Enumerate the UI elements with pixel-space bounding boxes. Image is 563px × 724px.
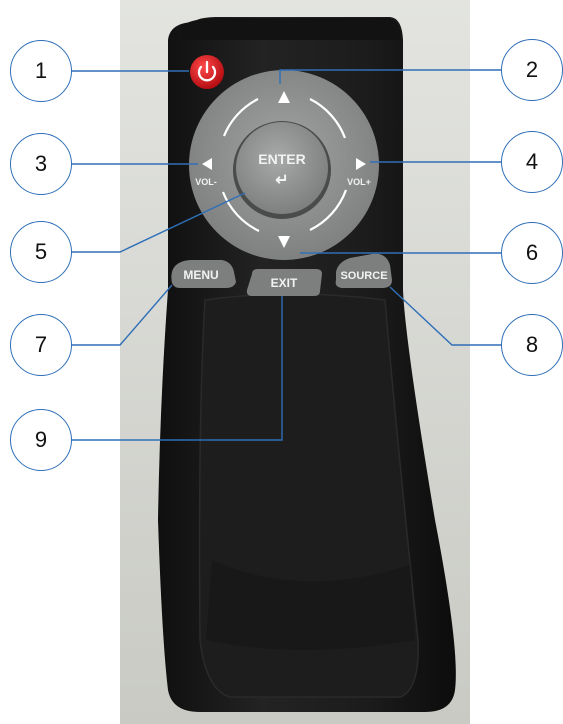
remote-diagram: VOL- VOL+ ENTER ↵ MENU EXIT SOURCE: [71, 17, 501, 712]
callout-4: 4: [501, 131, 563, 193]
callout-9: 9: [10, 409, 72, 471]
remote-top-cap: [182, 18, 401, 40]
enter-label: ENTER: [258, 151, 305, 167]
source-label: SOURCE: [340, 270, 387, 282]
callout-8: 8: [501, 314, 563, 376]
vol-plus-label: VOL+: [347, 177, 371, 187]
exit-label: EXIT: [271, 276, 298, 290]
power-button[interactable]: [190, 55, 224, 89]
callout-3: 3: [10, 133, 72, 195]
enter-glyph-icon: ↵: [275, 172, 288, 189]
menu-label: MENU: [183, 268, 218, 282]
menu-button[interactable]: MENU: [171, 260, 236, 288]
leader-line-7: [71, 284, 173, 346]
callout-2: 2: [501, 39, 563, 101]
callout-7: 7: [10, 314, 72, 376]
callout-1: 1: [10, 40, 72, 102]
callout-5: 5: [10, 221, 72, 283]
callout-6: 6: [501, 222, 563, 284]
enter-button[interactable]: ENTER ↵: [233, 121, 331, 219]
exit-button[interactable]: EXIT: [246, 269, 322, 296]
vol-minus-label: VOL-: [195, 177, 217, 187]
